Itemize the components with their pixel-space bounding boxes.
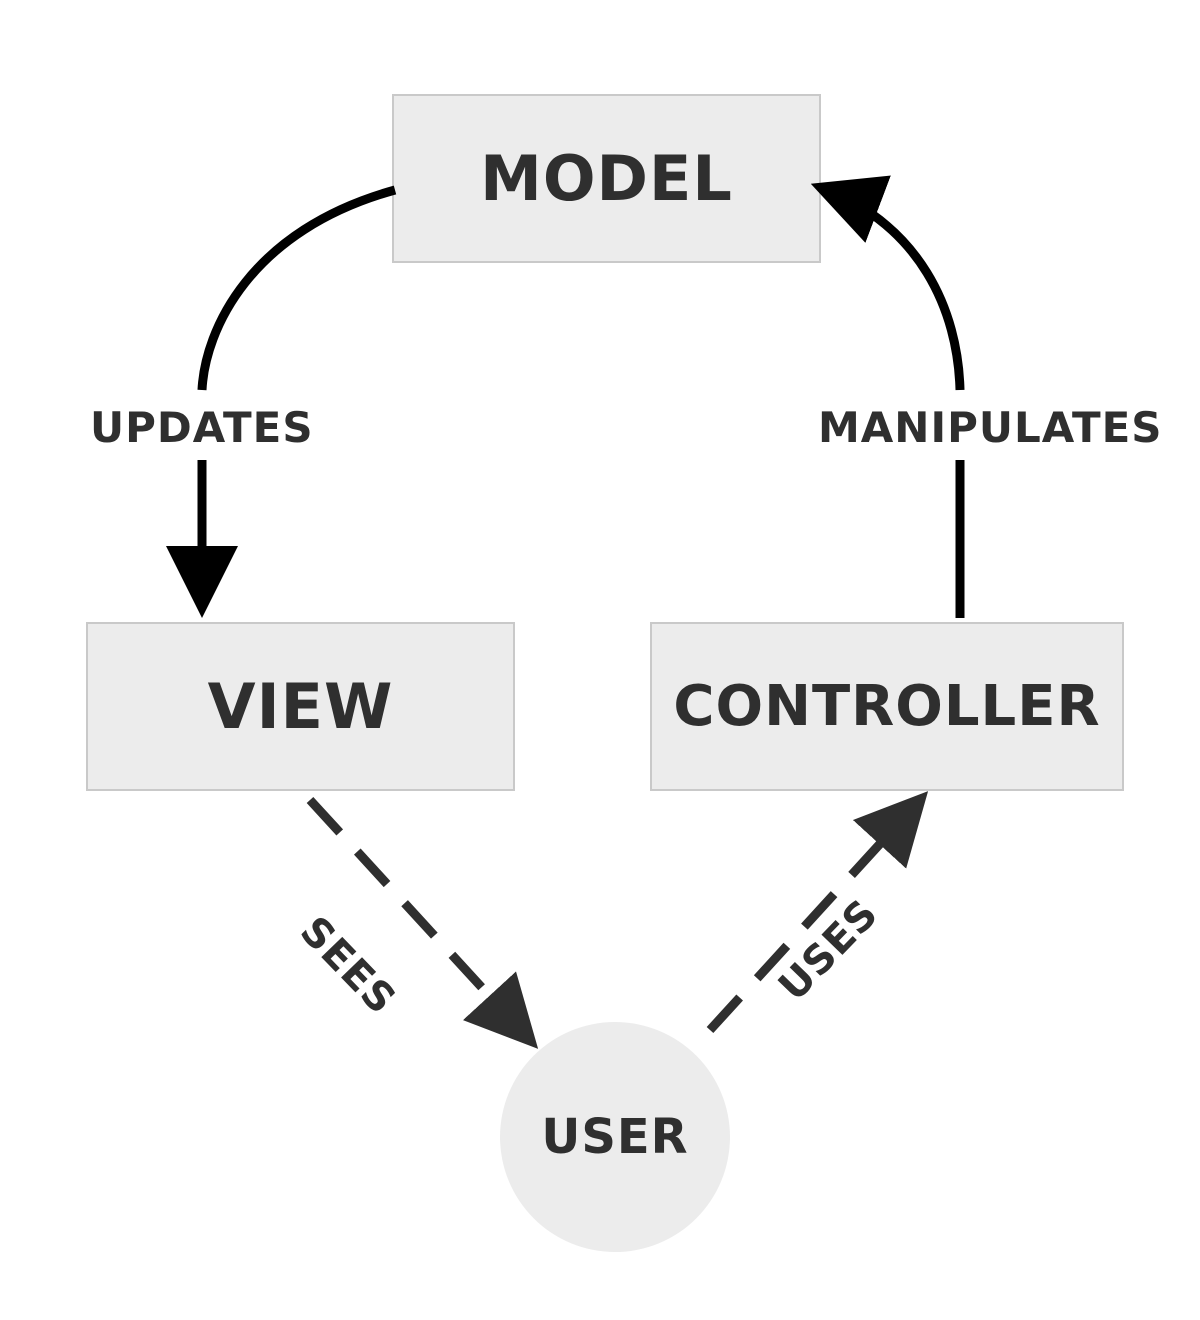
arrow-model-to-view <box>202 190 395 390</box>
edge-label-uses: USES <box>770 891 887 1010</box>
node-view: VIEW <box>86 622 515 791</box>
edge-label-sees: SEES <box>291 908 405 1024</box>
node-user-label: USER <box>541 1109 688 1165</box>
node-user: USER <box>500 1022 730 1252</box>
node-model-label: MODEL <box>480 142 733 215</box>
node-view-label: VIEW <box>208 670 394 743</box>
edge-label-manipulates: MANIPULATES <box>818 403 1163 452</box>
node-controller-label: CONTROLLER <box>673 674 1100 739</box>
arrow-view-to-user <box>310 800 530 1040</box>
mvc-diagram: MODEL VIEW CONTROLLER USER UPDATES MANIP… <box>0 0 1200 1320</box>
edge-label-updates: UPDATES <box>90 403 314 452</box>
node-model: MODEL <box>392 94 821 263</box>
arrow-controller-to-model <box>822 188 960 390</box>
node-controller: CONTROLLER <box>650 622 1124 791</box>
